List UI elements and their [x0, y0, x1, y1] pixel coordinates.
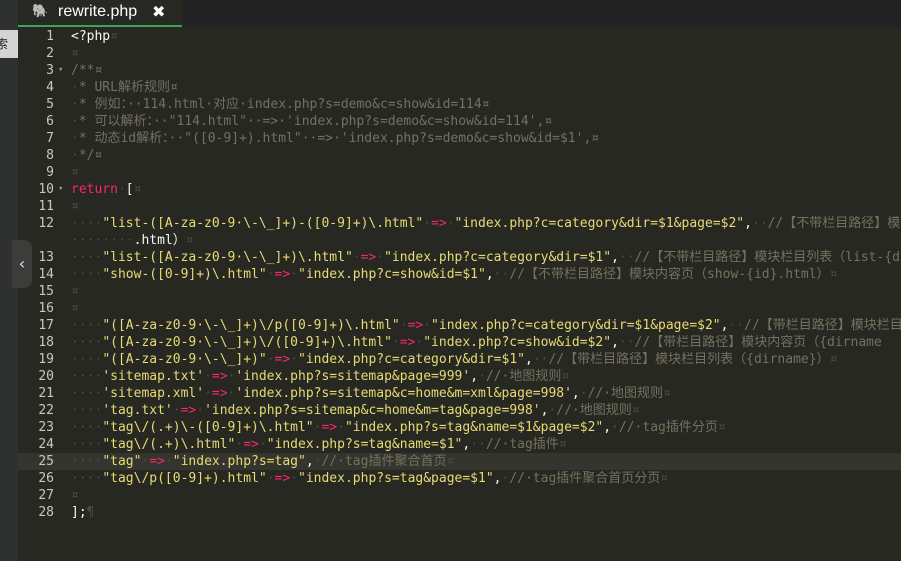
- line-number: 16: [38, 301, 54, 316]
- code-line[interactable]: ····'sitemap.txt'·=>·'index.php?s=sitema…: [67, 368, 901, 385]
- code-line[interactable]: ····"tag\/(.+)\-([0-9]+)\.html"·=>·"inde…: [67, 419, 901, 436]
- line-number: 8: [46, 148, 54, 163]
- close-icon[interactable]: ✖: [152, 1, 165, 23]
- code-line[interactable]: return·[¤: [67, 181, 901, 198]
- code-line[interactable]: ·* 动态id解析：··"([0-9]+).html"··=>·'index.p…: [67, 130, 901, 147]
- line-number: 2: [46, 46, 54, 61]
- line-number-gutter: 1 2 3 ▾ 4 5 6 7 8 9 10 ▾ 11 12 13 14 15 16 17 18 19 20 21 22 23 2…: [18, 27, 67, 561]
- code-line[interactable]: ····"tag"·=>·"index.php?s=tag",·//·tag插件…: [67, 453, 901, 470]
- line-number: 28: [38, 505, 54, 520]
- line-number: 12: [38, 216, 54, 231]
- code-line[interactable]: ·*/¤: [67, 147, 901, 164]
- code-line[interactable]: ········.html）¤: [67, 232, 901, 249]
- line-number: 25: [18, 453, 67, 470]
- line-number: 26: [38, 471, 54, 486]
- line-number: 5: [46, 97, 54, 112]
- tab-bar: 🐘 rewrite.php ✖: [18, 0, 901, 27]
- line-number: 9: [46, 165, 54, 180]
- line-number: 20: [38, 369, 54, 384]
- php-elephant-icon: 🐘: [32, 4, 49, 19]
- fold-toggle-icon[interactable]: ▾: [58, 62, 63, 79]
- code-line[interactable]: /**¤: [67, 62, 901, 79]
- line-number: 11: [38, 199, 54, 214]
- code-line[interactable]: ¤: [67, 283, 901, 300]
- code-line[interactable]: <?php¤: [67, 28, 901, 45]
- line-number: 6: [46, 114, 54, 129]
- line-number: 7: [46, 131, 54, 146]
- code-line[interactable]: ¤: [67, 300, 901, 317]
- line-number: 27: [38, 488, 54, 503]
- code-line[interactable]: ·* URL解析规则¤: [67, 79, 901, 96]
- line-number: 4: [46, 80, 54, 95]
- tab-rewrite-php[interactable]: 🐘 rewrite.php ✖: [18, 0, 182, 27]
- code-line[interactable]: ····'sitemap.xml'·=>·'index.php?s=sitema…: [67, 385, 901, 402]
- code-line[interactable]: ····"tag\/p([0-9]+).html"·=>·"index.php?…: [67, 470, 901, 487]
- line-number: 23: [38, 420, 54, 435]
- code-line[interactable]: ····"([A-za-z0-9·\-\_]+)\/([0-9]+)\.html…: [67, 334, 901, 351]
- collapse-panel-handle[interactable]: ‹: [12, 240, 32, 288]
- code-line[interactable]: ····"([A-za-z0-9·\-\_]+)"·=>·"index.php?…: [67, 351, 901, 368]
- code-line[interactable]: ·* 可以解析：··"114.html"··=>·'index.php?s=de…: [67, 113, 901, 130]
- line-number: 18: [38, 335, 54, 350]
- tab-title: rewrite.php: [58, 3, 138, 20]
- code-line[interactable]: ¤: [67, 487, 901, 504]
- line-number: 19: [38, 352, 54, 367]
- sidebar-search-button[interactable]: 索: [0, 30, 18, 58]
- code-line[interactable]: ····"show-([0-9]+)\.html"·=>·"index.php?…: [67, 266, 901, 283]
- code-line[interactable]: ¤: [67, 164, 901, 181]
- line-number: 10 ▾: [38, 181, 64, 198]
- line-number: 22: [38, 403, 54, 418]
- code-area[interactable]: <?php¤ ¤/**¤ ·* URL解析规则¤ ·* 例如：··114.html·对…: [67, 27, 901, 561]
- code-line[interactable]: ¤: [67, 198, 901, 215]
- code-line[interactable]: ¤: [67, 45, 901, 62]
- line-number: 3 ▾: [46, 62, 64, 79]
- code-editor[interactable]: 1 2 3 ▾ 4 5 6 7 8 9 10 ▾ 11 12 13 14 15 16 17 18 19 20 21 22 23 2…: [18, 27, 901, 561]
- fold-toggle-icon[interactable]: ▾: [58, 181, 63, 198]
- line-number: 24: [38, 437, 54, 452]
- code-line[interactable]: ····"tag\/(.+)\.html"·=>·"index.php?s=ta…: [67, 436, 901, 453]
- code-line[interactable]: ];¶: [67, 504, 901, 521]
- code-line[interactable]: ····'tag.txt'·=>·'index.php?s=sitemap&c=…: [67, 402, 901, 419]
- line-number: 21: [38, 386, 54, 401]
- code-line[interactable]: ····"list-([A-za-z0-9·\-\_]+)\.html"·=>·…: [67, 249, 901, 266]
- code-line[interactable]: ····"([A-za-z0-9·\-\_]+)\/p([0-9]+)\.htm…: [67, 317, 901, 334]
- line-number: 17: [38, 318, 54, 333]
- line-number: 1: [46, 29, 54, 44]
- code-line[interactable]: ····"list-([A-za-z0-9·\-\_]+)-([0-9]+)\.…: [67, 215, 901, 232]
- code-line[interactable]: ·* 例如：··114.html·对应·index.php?s=demo&c=s…: [67, 96, 901, 113]
